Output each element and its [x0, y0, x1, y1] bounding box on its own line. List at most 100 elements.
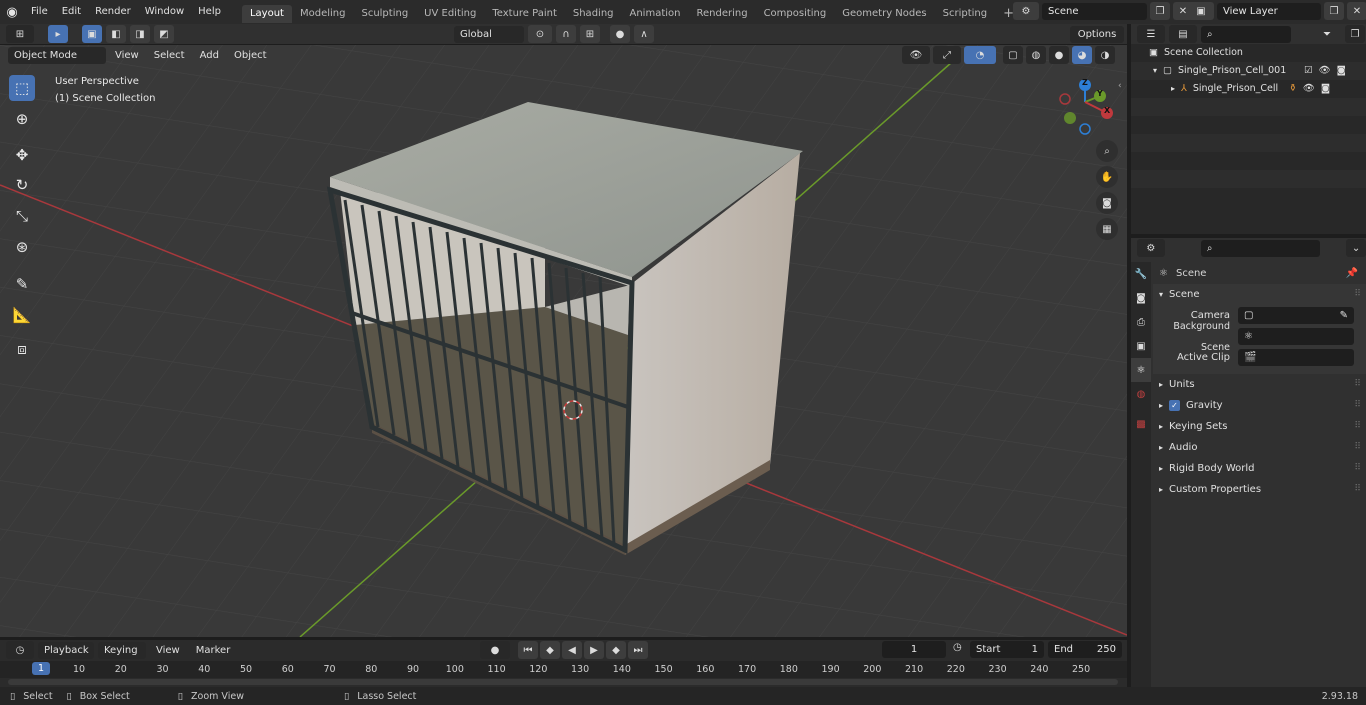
tab-scene-icon[interactable]: ⚛: [1131, 358, 1151, 382]
menu-help[interactable]: Help: [191, 0, 228, 24]
annotate-tool-icon[interactable]: ✎: [9, 271, 35, 297]
panel-custom-properties[interactable]: ▸ Custom Properties ⠿: [1153, 479, 1366, 500]
zoom-view-icon[interactable]: ⌕: [1096, 140, 1118, 162]
tab-modeling[interactable]: Modeling: [292, 5, 354, 23]
end-frame-field[interactable]: End 250: [1048, 641, 1122, 658]
expand-arrow-icon[interactable]: ▸: [1159, 416, 1163, 437]
properties-editor-type-icon[interactable]: ⚙: [1137, 239, 1165, 257]
expand-arrow-icon[interactable]: ▸: [1159, 458, 1163, 479]
object-mode-dropdown[interactable]: Object Mode: [8, 46, 106, 64]
menu-edit[interactable]: Edit: [55, 0, 88, 24]
drag-handle-icon[interactable]: ⠿: [1354, 395, 1362, 416]
drag-handle-icon[interactable]: ⠿: [1354, 458, 1362, 479]
menu-file[interactable]: File: [24, 0, 55, 24]
transform-tool-icon[interactable]: ⊛: [9, 234, 35, 260]
eye-icon[interactable]: 👁: [1319, 62, 1331, 80]
tab-sculpting[interactable]: Sculpting: [353, 5, 416, 23]
filter-icon[interactable]: ⏷: [1313, 25, 1341, 43]
outliner-editor-type-icon[interactable]: ☰: [1137, 25, 1165, 43]
xray-icon[interactable]: ▢: [1003, 46, 1023, 64]
eyedropper-icon[interactable]: ✎: [1340, 307, 1348, 324]
drag-handle-icon[interactable]: ⠿: [1354, 416, 1362, 437]
menu-object[interactable]: Object: [228, 47, 273, 64]
tab-output-icon[interactable]: ⎙: [1131, 310, 1151, 334]
drag-handle-icon[interactable]: ⠿: [1354, 437, 1362, 458]
expand-arrow-icon[interactable]: ▸: [1159, 437, 1163, 458]
expand-arrow-icon[interactable]: ▸: [1159, 479, 1163, 500]
menu-add[interactable]: Add: [194, 47, 225, 64]
select-mode-invert-icon[interactable]: ◩: [154, 25, 174, 43]
expand-arrow-icon[interactable]: ▾: [1159, 284, 1163, 305]
menu-select[interactable]: Select: [148, 47, 191, 64]
rotate-tool-icon[interactable]: ↻: [9, 172, 35, 198]
add-cube-tool-icon[interactable]: ⧈: [9, 336, 35, 362]
tab-view-layer-icon[interactable]: ▣: [1131, 334, 1151, 358]
tab-uv-editing[interactable]: UV Editing: [416, 5, 484, 23]
navigation-gizmo[interactable]: Z Y X: [1055, 75, 1125, 135]
render-camera-icon[interactable]: ◙: [1321, 80, 1330, 98]
panel-rigid-body-world[interactable]: ▸ Rigid Body World ⠿: [1153, 458, 1366, 479]
scene-field[interactable]: Scene: [1042, 2, 1147, 20]
panel-keying-sets[interactable]: ▸ Keying Sets ⠿: [1153, 416, 1366, 437]
timeline-editor-type-icon[interactable]: ◷: [6, 641, 34, 659]
outliner-row-prison-cell-001[interactable]: ▾ ▢ Single_Prison_Cell_001 ☑ 👁 ◙: [1131, 62, 1366, 80]
new-view-layer-icon[interactable]: ❐: [1324, 2, 1344, 20]
panel-units[interactable]: ▸ Units ⠿: [1153, 374, 1366, 395]
sidebar-toggle-icon[interactable]: ‹: [1118, 81, 1122, 91]
tab-rendering[interactable]: Rendering: [688, 5, 755, 23]
snap-target-icon[interactable]: ⊞: [580, 25, 600, 43]
current-frame-field[interactable]: 1: [882, 641, 946, 658]
tab-render-icon[interactable]: ◙: [1131, 286, 1151, 310]
select-mode-subtract-icon[interactable]: ◨: [130, 25, 150, 43]
jump-start-icon[interactable]: ⏮: [518, 641, 538, 659]
falloff-icon[interactable]: ∧: [634, 25, 654, 43]
options-dropdown[interactable]: Options: [1070, 26, 1124, 43]
move-tool-icon[interactable]: ✥: [9, 142, 35, 168]
menu-view[interactable]: View: [109, 47, 145, 64]
expand-arrow-icon[interactable]: ▸: [1159, 374, 1163, 395]
timeline-menu-marker[interactable]: Marker: [190, 642, 237, 659]
outliner-row-scene-collection[interactable]: ▣ Scene Collection: [1131, 44, 1366, 62]
active-clip-field[interactable]: 🎬: [1238, 349, 1354, 366]
render-camera-icon[interactable]: ◙: [1337, 62, 1346, 80]
view-layer-field[interactable]: View Layer: [1217, 2, 1321, 20]
tab-shading[interactable]: Shading: [565, 5, 622, 23]
material-shading-icon[interactable]: ◕: [1072, 46, 1092, 64]
blender-logo-icon[interactable]: ◉: [0, 5, 24, 20]
gravity-checkbox[interactable]: ✓: [1169, 400, 1181, 411]
proportional-edit-icon[interactable]: ●: [610, 25, 630, 43]
pin-icon[interactable]: 📌: [1346, 268, 1358, 279]
timeline-scrollbar[interactable]: [8, 679, 1118, 685]
expand-arrow-icon[interactable]: ▾: [1153, 62, 1157, 80]
playback-dropdown[interactable]: Playback: [38, 641, 94, 659]
frame-ruler[interactable]: 1 10 20 30 40 50 60 70 80 90 100 110 120 130 140 150 160…: [0, 661, 1127, 678]
play-reverse-icon[interactable]: ◀: [562, 641, 582, 659]
tab-compositing[interactable]: Compositing: [756, 5, 835, 23]
scale-tool-icon[interactable]: ⤡: [9, 203, 35, 229]
wireframe-shading-icon[interactable]: ◍: [1026, 46, 1046, 64]
overlay-toggle-icon[interactable]: ◔: [964, 46, 996, 64]
visibility-icon[interactable]: 👁: [902, 46, 930, 64]
select-tool-icon[interactable]: ▸: [48, 25, 68, 43]
drag-handle-icon[interactable]: ⠿: [1354, 479, 1362, 500]
properties-options-icon[interactable]: ⌄: [1346, 239, 1366, 257]
drag-handle-icon[interactable]: ⠿: [1354, 374, 1362, 395]
new-collection-icon[interactable]: ❐: [1345, 25, 1365, 43]
menu-window[interactable]: Window: [138, 0, 191, 24]
tab-layout[interactable]: Layout: [241, 4, 292, 23]
outliner-search-input[interactable]: ⌕: [1201, 25, 1291, 43]
ortho-toggle-icon[interactable]: ▦: [1096, 218, 1118, 240]
pivot-point-icon[interactable]: ⊙: [528, 25, 552, 43]
snap-icon[interactable]: ∩: [556, 25, 576, 43]
background-scene-field[interactable]: ⚛: [1238, 328, 1354, 345]
camera-view-icon[interactable]: ◙: [1096, 192, 1118, 214]
expand-arrow-icon[interactable]: ▸: [1171, 80, 1175, 98]
drag-handle-icon[interactable]: ⠿: [1354, 284, 1362, 305]
outliner-row-prison-cell[interactable]: ▸ ⅄ Single_Prison_Cell ⚱ 👁 ◙: [1131, 80, 1366, 98]
select-mode-new-icon[interactable]: ▣: [82, 25, 102, 43]
select-box-icon[interactable]: ⬚: [9, 75, 35, 101]
timeline-menu-view[interactable]: View: [150, 642, 186, 659]
tab-tool-icon[interactable]: 🔧: [1131, 262, 1151, 286]
display-mode-icon[interactable]: ▤: [1169, 25, 1197, 43]
camera-field[interactable]: ▢ ✎: [1238, 307, 1354, 324]
